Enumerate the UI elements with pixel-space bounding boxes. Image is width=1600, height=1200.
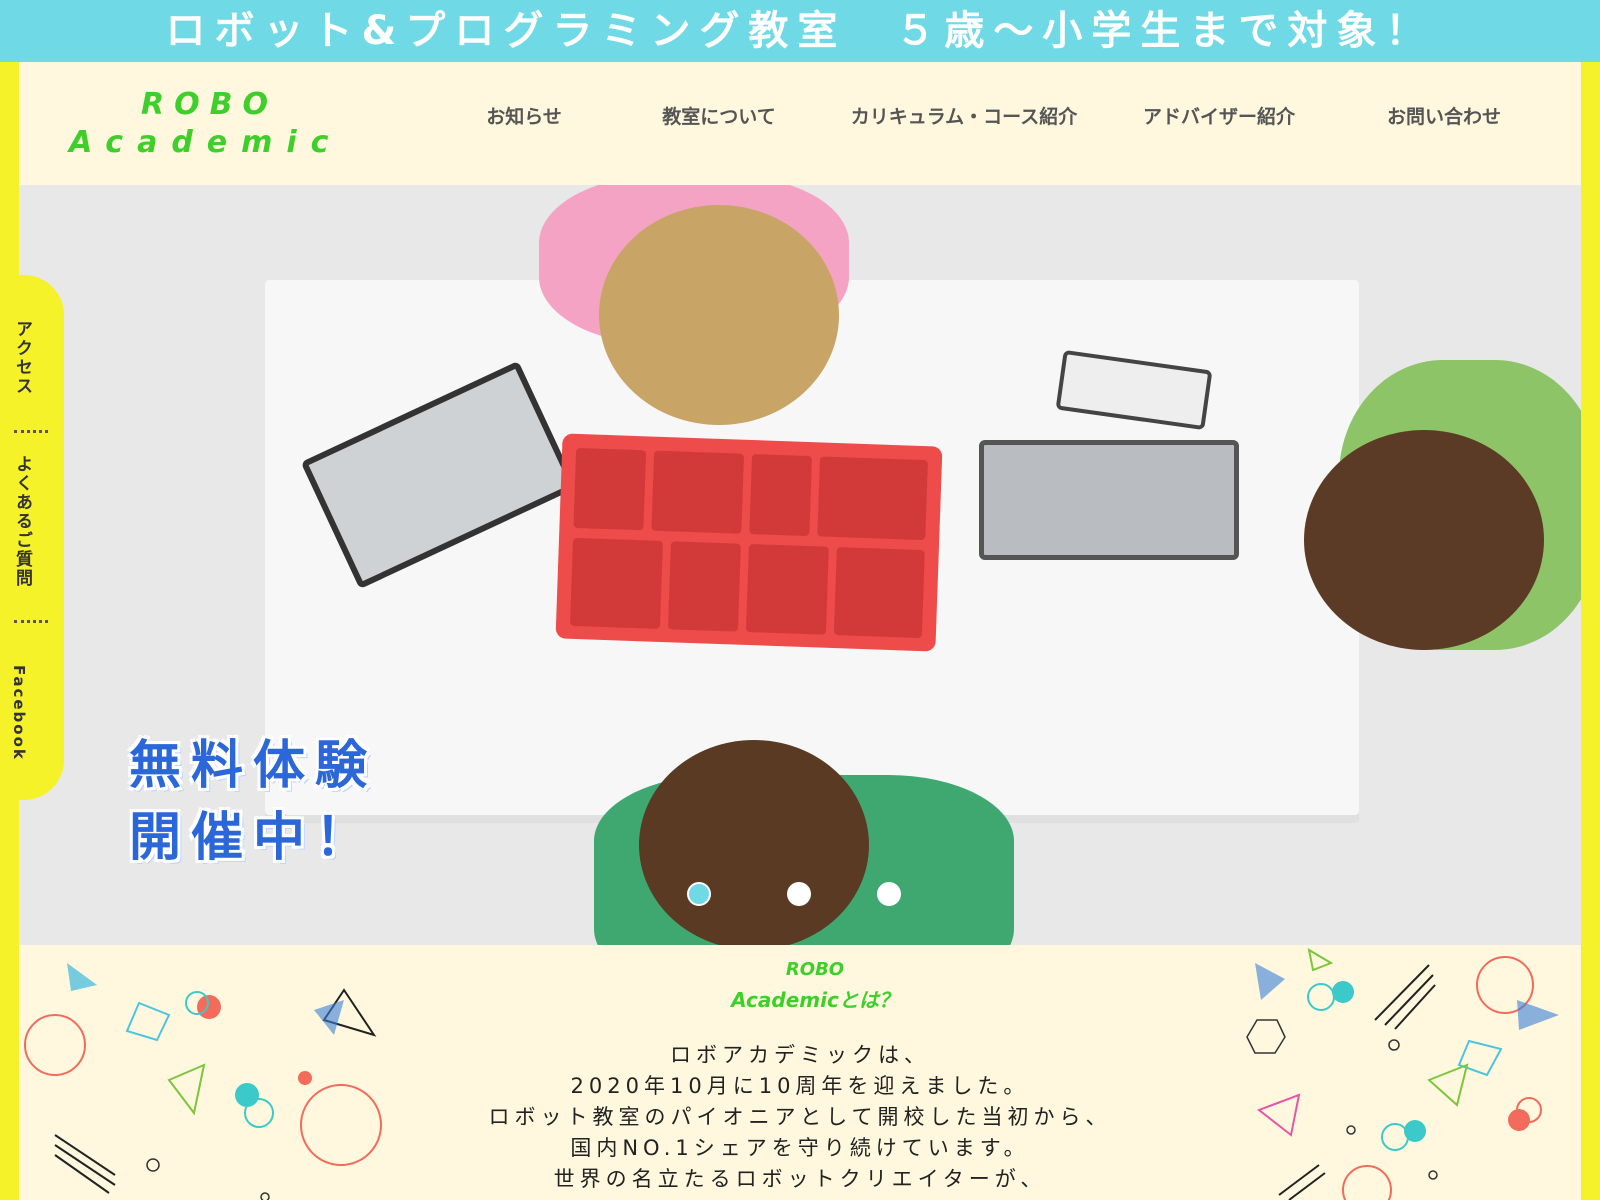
side-divider bbox=[14, 620, 48, 623]
promo-line-1: 無料体験 bbox=[129, 736, 378, 796]
hero-robot-right bbox=[979, 440, 1239, 560]
about-title-line-2: Academicとは？ bbox=[731, 988, 899, 1012]
about-line: 国内NO.1シェアを守り続けています。 bbox=[570, 1136, 1030, 1160]
side-faq[interactable]: よくあるご質問 bbox=[10, 455, 35, 588]
side-access[interactable]: アクセス bbox=[10, 320, 35, 396]
hero-slider[interactable]: 無料体験 開催中！ bbox=[19, 185, 1581, 945]
free-trial-promo[interactable]: 無料体験 開催中！ bbox=[129, 730, 377, 874]
about-title: ROBO Academicとは？ bbox=[19, 955, 1581, 1015]
promo-line-2: 開催中！ bbox=[129, 808, 378, 868]
slider-dot-3[interactable] bbox=[877, 882, 901, 906]
about-section: ROBO Academicとは？ ロボアカデミックは、 2020年10月に10周… bbox=[19, 945, 1581, 1200]
about-line: 世界の名立たるロボットクリエイターが、 bbox=[553, 1167, 1047, 1191]
slider-dot-1[interactable] bbox=[687, 882, 711, 906]
main-nav: お知らせ 教室について カリキュラム・コース紹介 アドバイザー紹介 お問い合わせ bbox=[429, 102, 1559, 129]
side-menu: アクセス よくあるご質問 Facebook bbox=[0, 275, 64, 800]
about-line: ロボアカデミックは、 bbox=[670, 1043, 930, 1067]
hero-child-boy-right-head bbox=[1304, 430, 1544, 650]
slider-dot-2[interactable] bbox=[787, 882, 811, 906]
nav-curriculum[interactable]: カリキュラム・コース紹介 bbox=[819, 102, 1109, 129]
nav-news[interactable]: お知らせ bbox=[429, 102, 619, 129]
site-header: ROBO Academic お知らせ 教室について カリキュラム・コース紹介 ア… bbox=[19, 62, 1581, 185]
page-frame: ROBO Academic お知らせ 教室について カリキュラム・コース紹介 ア… bbox=[19, 62, 1581, 1200]
site-logo[interactable]: ROBO Academic bbox=[69, 86, 342, 162]
nav-advisors[interactable]: アドバイザー紹介 bbox=[1109, 102, 1329, 129]
nav-about-school[interactable]: 教室について bbox=[619, 102, 819, 129]
side-facebook[interactable]: Facebook bbox=[10, 665, 28, 761]
about-line: 2020年10月に10周年を迎えました。 bbox=[570, 1074, 1030, 1098]
hero-child-girl-head bbox=[599, 205, 839, 425]
hero-child-boy-bottom-head bbox=[639, 740, 869, 945]
about-body: ロボアカデミックは、 2020年10月に10周年を迎えました。 ロボット教室のパ… bbox=[19, 1040, 1581, 1195]
logo-line-2: Academic bbox=[69, 125, 343, 160]
side-divider bbox=[14, 430, 48, 433]
logo-line-1: ROBO bbox=[141, 87, 278, 122]
nav-contact[interactable]: お問い合わせ bbox=[1329, 102, 1559, 129]
about-title-line-1: ROBO bbox=[785, 959, 845, 980]
hero-parts-tray bbox=[555, 433, 943, 652]
about-line: ロボット教室のパイオニアとして開校した当初から、 bbox=[488, 1105, 1112, 1129]
top-banner: ロボット&プログラミング教室 ５歳～小学生まで対象！ bbox=[0, 0, 1600, 62]
